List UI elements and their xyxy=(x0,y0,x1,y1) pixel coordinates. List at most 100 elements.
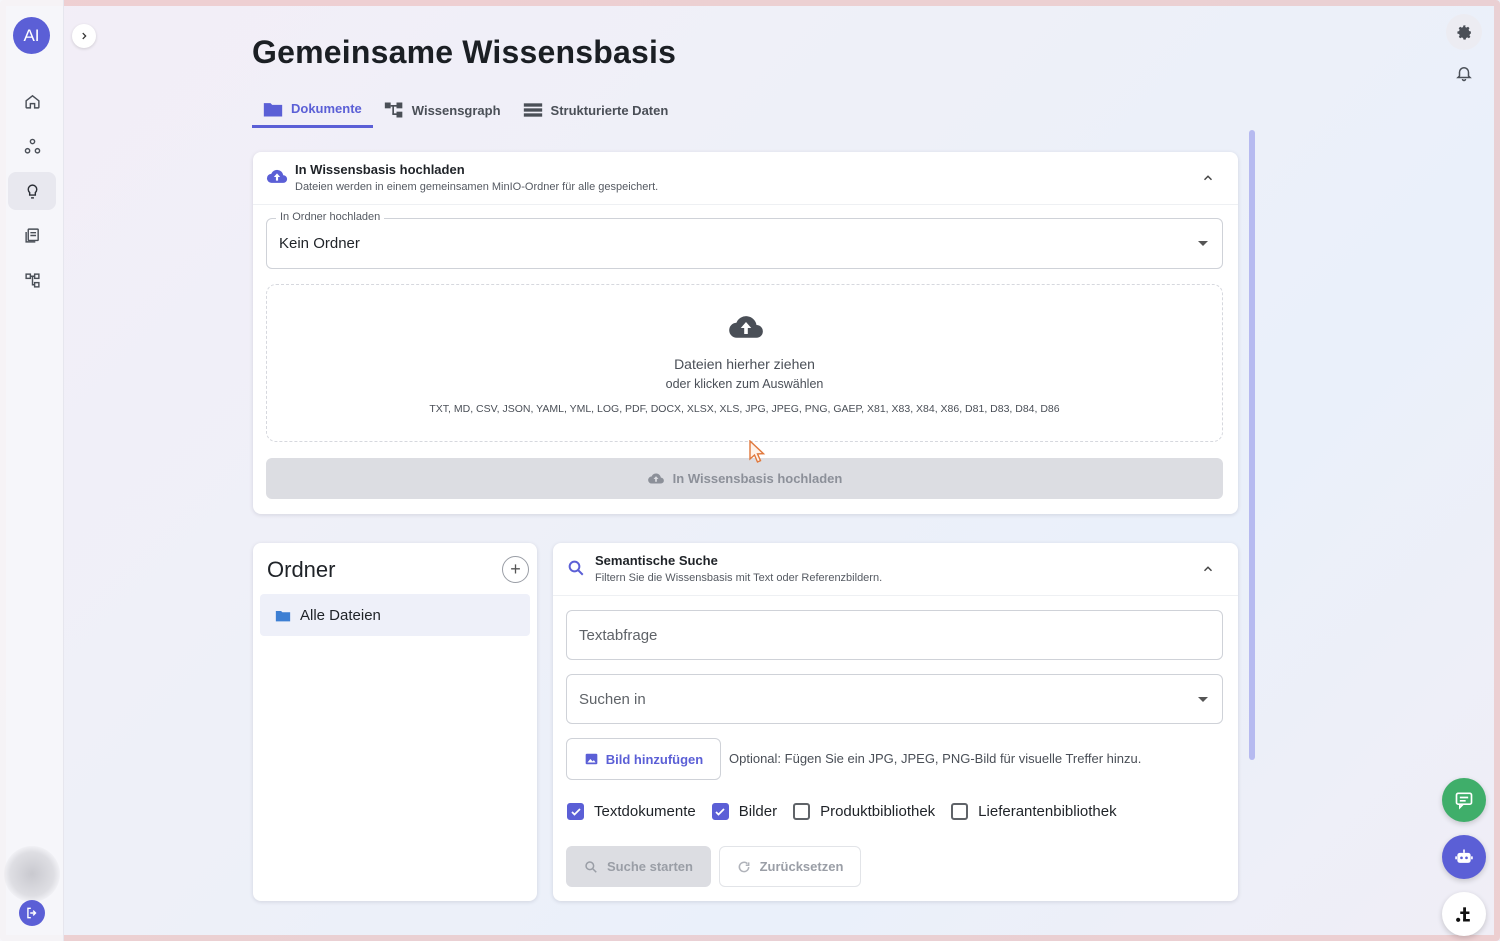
chat-icon xyxy=(1455,792,1473,810)
sidebar-item-network[interactable] xyxy=(8,127,56,165)
upload-panel: In Wissensbasis hochladen Dateien werden… xyxy=(253,152,1238,514)
mouse-cursor-icon xyxy=(749,440,766,463)
search-icon xyxy=(568,560,584,576)
logout-button[interactable] xyxy=(19,900,45,926)
logout-icon xyxy=(27,907,37,919)
page-title: Gemeinsame Wissensbasis xyxy=(252,34,677,70)
tab-wissensgraph[interactable]: Wissensgraph xyxy=(373,92,512,128)
dropzone-subtitle: oder klicken zum Auswählen xyxy=(665,377,824,391)
sidebar-item-home[interactable] xyxy=(8,82,56,120)
folder-item-label: Alle Dateien xyxy=(300,606,381,624)
cloud-upload-icon xyxy=(266,169,288,183)
documents-icon xyxy=(24,227,39,243)
gear-icon xyxy=(1456,24,1471,40)
notification-bell-icon[interactable] xyxy=(1455,64,1473,82)
reset-button[interactable]: Zurücksetzen xyxy=(719,846,861,887)
table-icon xyxy=(523,103,542,117)
search-scope-select[interactable]: Suchen in xyxy=(566,674,1223,724)
search-icon xyxy=(585,860,597,873)
upload-folder-label: In Ordner hochladen xyxy=(276,211,385,223)
filter-label: Lieferantenbibliothek xyxy=(978,803,1117,820)
check-icon xyxy=(715,807,725,816)
start-search-button[interactable]: Suche starten xyxy=(566,846,711,887)
search-panel-subtitle: Filtern Sie die Wissensbasis mit Text od… xyxy=(595,572,883,584)
text-query-input[interactable]: Textabfrage xyxy=(566,610,1223,660)
tab-bar: Dokumente Wissensgraph Strukturierte Dat… xyxy=(252,92,679,130)
checkbox-unchecked[interactable] xyxy=(793,803,811,820)
sidebar-item-graph[interactable] xyxy=(8,261,56,299)
upload-button-label: In Wissensbasis hochladen xyxy=(672,471,843,486)
dropzone-title: Dateien hierher ziehen xyxy=(674,356,815,372)
filter-label: Textdokumente xyxy=(594,803,696,820)
filter-label: Produktbibliothek xyxy=(820,803,936,820)
cloud-upload-icon xyxy=(729,316,763,338)
filter-produktbibliothek[interactable]: Produktbibliothek xyxy=(793,803,935,820)
folder-icon xyxy=(263,102,283,116)
brand-logo-icon xyxy=(1456,907,1470,922)
tab-label: Wissensgraph xyxy=(411,102,501,118)
assistant-bot-button[interactable] xyxy=(1442,835,1486,879)
divider xyxy=(253,204,1238,205)
tab-dokumente[interactable]: Dokumente xyxy=(252,92,373,128)
upload-folder-value: Kein Ordner xyxy=(279,235,360,252)
graph-icon xyxy=(384,102,403,118)
file-dropzone[interactable]: Dateien hierher ziehen oder klicken zum … xyxy=(266,284,1223,442)
home-icon xyxy=(24,94,40,109)
dropdown-arrow-icon xyxy=(1198,241,1208,246)
checkbox-checked[interactable] xyxy=(711,803,729,820)
folder-item-alle-dateien[interactable]: Alle Dateien xyxy=(260,594,530,636)
content-scrollbar[interactable] xyxy=(1249,130,1255,760)
add-image-button[interactable]: Bild hinzufügen xyxy=(566,738,721,780)
check-icon xyxy=(570,807,581,816)
tab-label: Dokumente xyxy=(291,101,362,116)
image-icon xyxy=(585,753,598,765)
brain-icon xyxy=(27,183,37,199)
collapse-search-chevron-up-icon[interactable] xyxy=(1201,562,1215,576)
collapse-upload-chevron-up-icon[interactable] xyxy=(1201,171,1215,185)
avatar-label: AI xyxy=(23,25,40,45)
expand-sidebar-button[interactable] xyxy=(72,24,96,48)
folder-panel: Ordner + Alle Dateien xyxy=(253,543,537,901)
start-search-label: Suche starten xyxy=(607,859,693,874)
search-filters: Textdokumente Bilder Produktbibliothek L… xyxy=(567,803,1133,820)
upload-panel-header[interactable]: In Wissensbasis hochladen Dateien werden… xyxy=(295,162,658,193)
checkbox-checked[interactable] xyxy=(567,803,584,820)
text-query-placeholder: Textabfrage xyxy=(579,627,658,644)
dropdown-arrow-icon xyxy=(1198,697,1208,702)
upload-folder-select[interactable]: In Ordner hochladen Kein Ordner xyxy=(266,211,1223,269)
user-avatar[interactable] xyxy=(4,846,60,902)
upload-submit-button[interactable]: In Wissensbasis hochladen xyxy=(266,458,1223,499)
robot-icon xyxy=(1455,849,1473,863)
semantic-search-panel: Semantische Suche Filtern Sie die Wissen… xyxy=(553,543,1238,901)
search-scope-placeholder: Suchen in xyxy=(579,691,646,708)
folder-panel-title: Ordner xyxy=(267,557,336,582)
upload-panel-title: In Wissensbasis hochladen xyxy=(295,162,465,177)
filter-lieferantenbibliothek[interactable]: Lieferantenbibliothek xyxy=(951,803,1117,820)
filter-textdokumente[interactable]: Textdokumente xyxy=(567,803,696,820)
chevron-right-icon xyxy=(82,32,87,40)
tab-label: Strukturierte Daten xyxy=(550,102,669,118)
dropzone-file-types: TXT, MD, CSV, JSON, YAML, YML, LOG, PDF,… xyxy=(429,403,1060,415)
settings-button[interactable] xyxy=(1446,14,1482,50)
network-icon xyxy=(24,138,40,154)
search-panel-header[interactable]: Semantische Suche Filtern Sie die Wissen… xyxy=(595,553,882,584)
filter-bilder[interactable]: Bilder xyxy=(711,803,777,820)
app-avatar[interactable]: AI xyxy=(13,17,50,54)
add-folder-button[interactable]: + xyxy=(502,556,529,583)
reset-label: Zurücksetzen xyxy=(759,859,844,874)
search-panel-title: Semantische Suche xyxy=(595,553,718,568)
tab-strukturierte-daten[interactable]: Strukturierte Daten xyxy=(512,92,680,128)
add-image-label: Bild hinzufügen xyxy=(605,751,704,767)
folder-icon xyxy=(275,610,291,621)
sidebar-item-knowledge[interactable] xyxy=(8,172,56,210)
brand-logo-button[interactable] xyxy=(1442,892,1486,936)
cloud-upload-icon xyxy=(647,472,664,484)
upload-panel-subtitle: Dateien werden in einem gemeinsamen MinI… xyxy=(295,181,659,193)
sidebar: AI xyxy=(0,0,64,941)
hierarchy-icon xyxy=(24,272,40,288)
chat-button[interactable] xyxy=(1442,778,1486,822)
add-image-hint: Optional: Fügen Sie ein JPG, JPEG, PNG-B… xyxy=(729,751,1142,766)
sidebar-item-documents[interactable] xyxy=(8,216,56,254)
checkbox-unchecked[interactable] xyxy=(951,803,969,820)
plus-icon: + xyxy=(510,559,521,579)
